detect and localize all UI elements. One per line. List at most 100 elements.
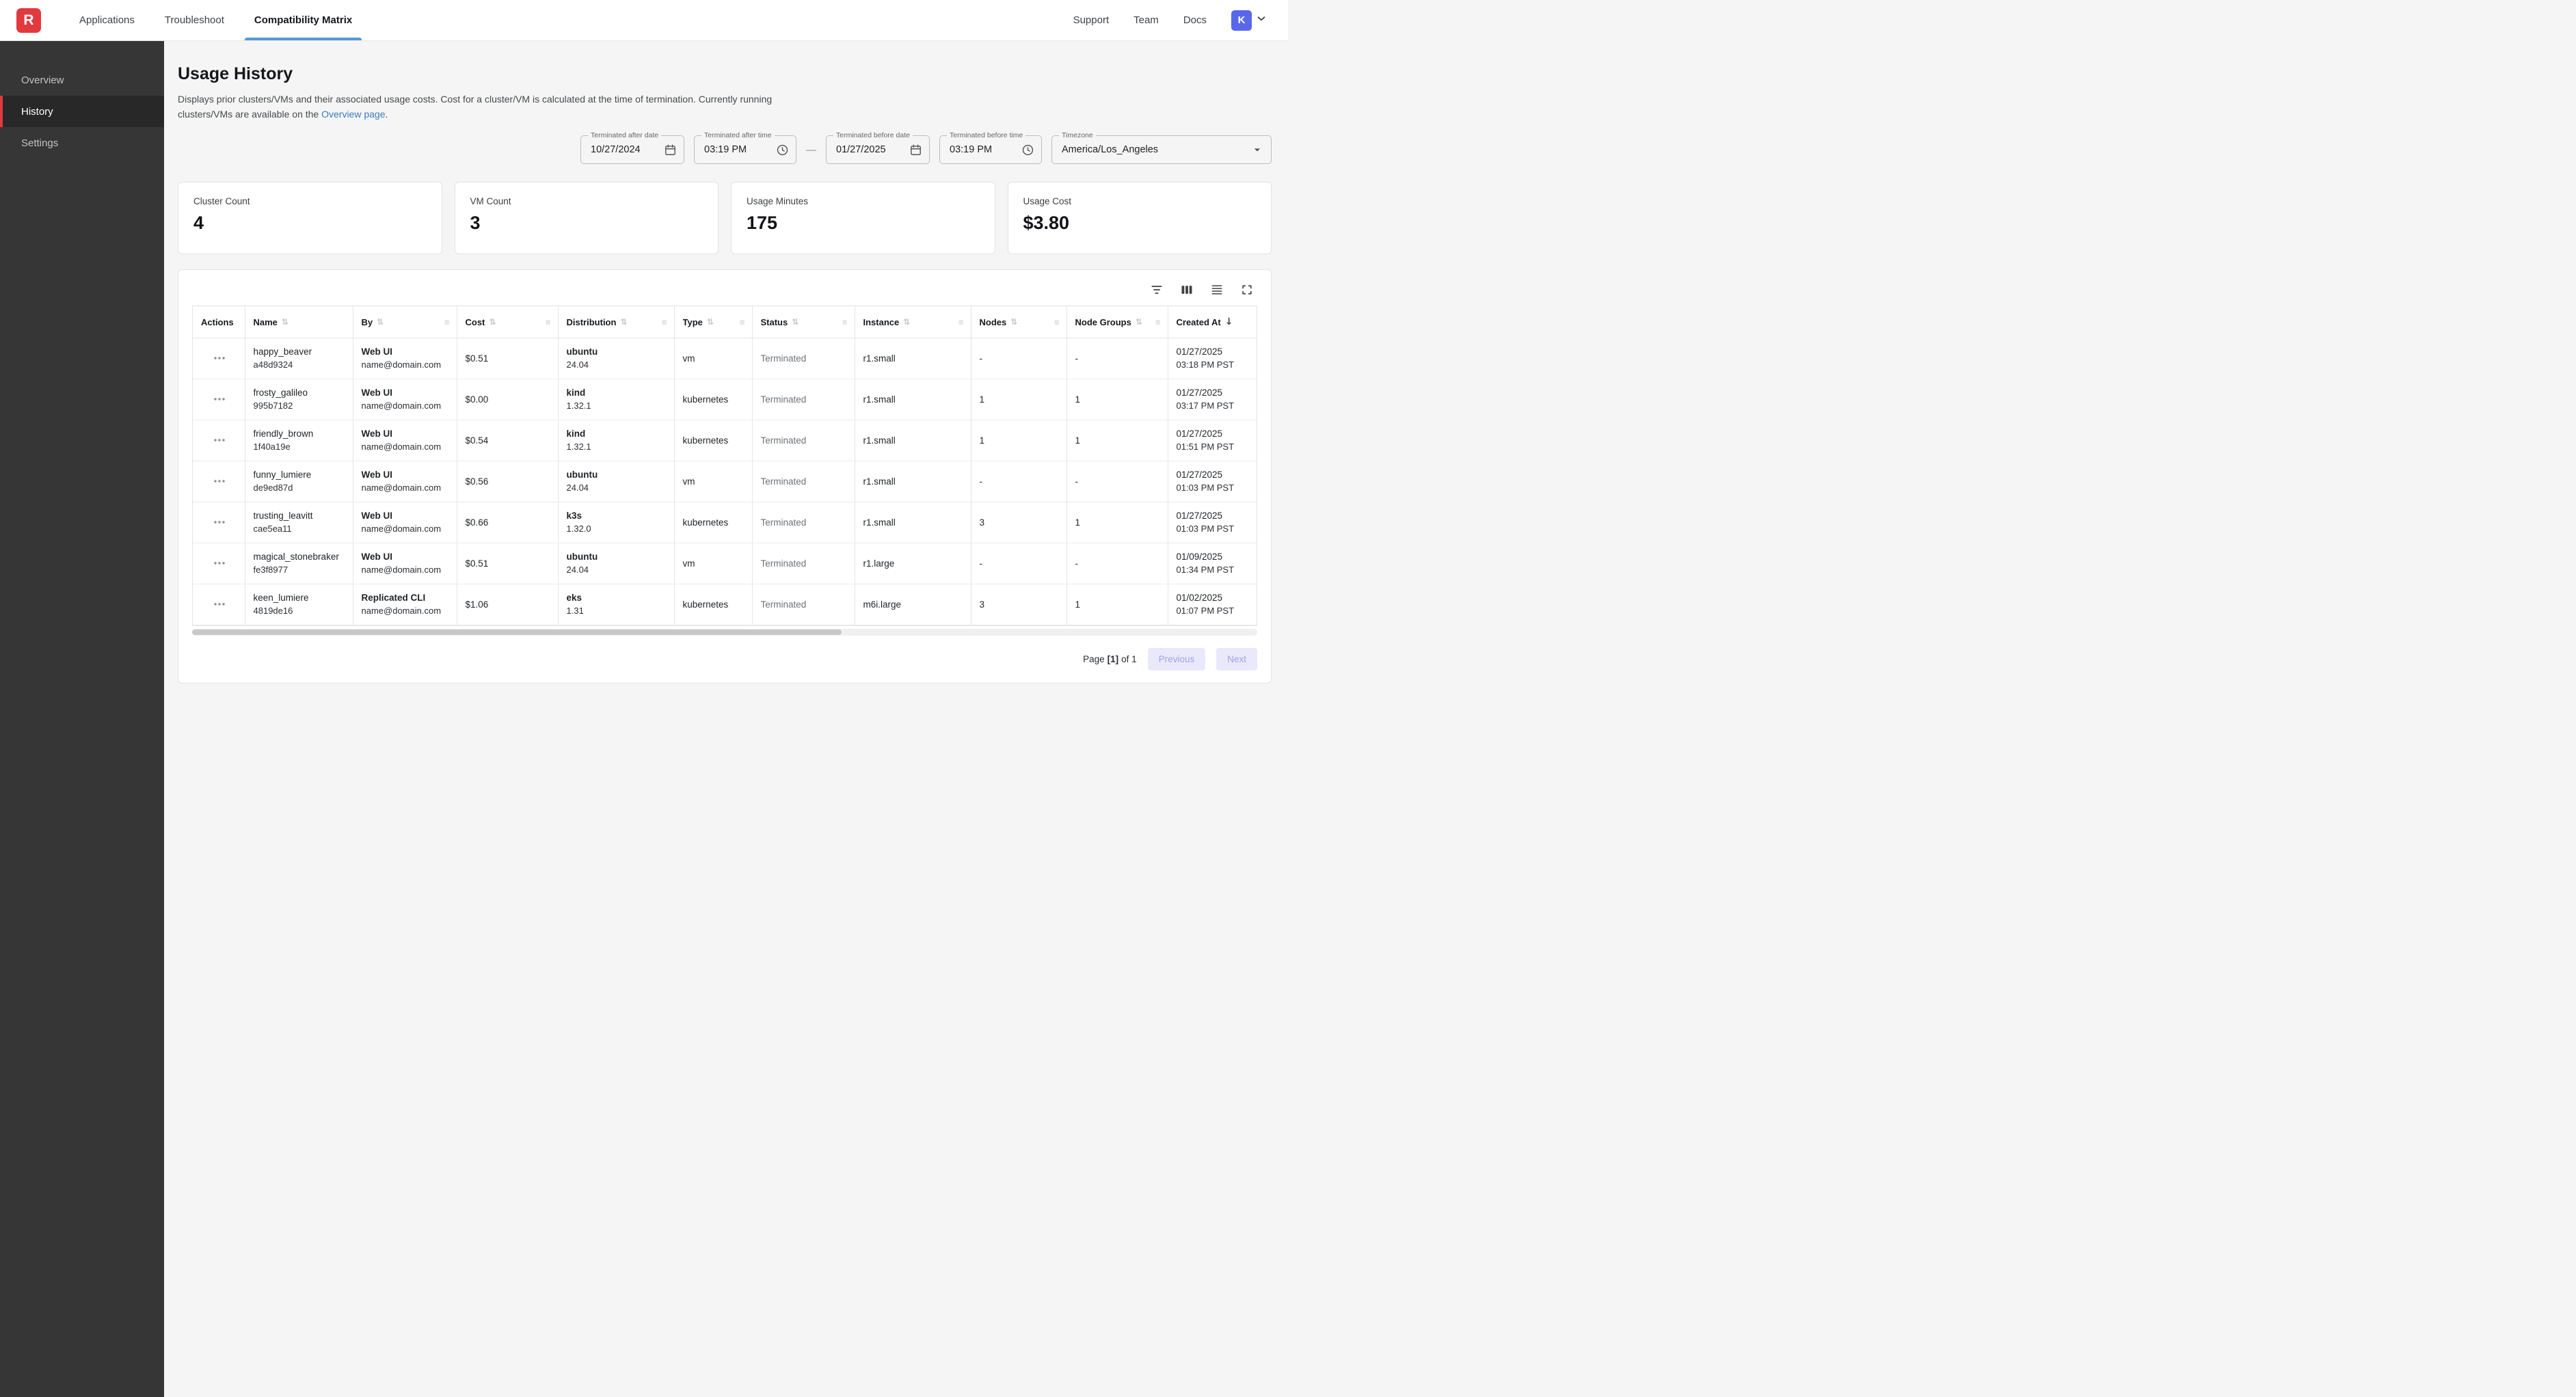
sort-icon[interactable]: ⇅ <box>792 317 799 327</box>
timezone-select[interactable]: Timezone America/Los_Angeles <box>1051 135 1272 164</box>
sort-icon[interactable]: ⇅ <box>282 317 289 327</box>
stat-value: 175 <box>747 213 980 234</box>
column-menu-icon[interactable]: ≡ <box>1155 317 1162 327</box>
column-menu-icon[interactable]: ≡ <box>444 317 451 327</box>
column-menu-icon[interactable]: ≡ <box>740 317 747 327</box>
sort-icon[interactable]: ⇅ <box>903 317 910 327</box>
sort-icon[interactable]: ⇅ <box>489 317 496 327</box>
nav-link-support[interactable]: Support <box>1073 14 1110 26</box>
type-cell: vm <box>674 338 752 379</box>
stat-value: 3 <box>470 213 703 234</box>
creator-email-link[interactable]: name@domain.com <box>362 606 450 616</box>
table-row[interactable]: funny_lumiere de9ed87d Web UI name@domai… <box>193 461 1257 502</box>
nav-item-compatibility-matrix[interactable]: Compatibility Matrix <box>239 0 367 40</box>
stat-cards: Cluster Count 4 VM Count 3 Usage Minutes… <box>178 182 1272 254</box>
terminated-after-date-value[interactable]: 10/27/2024 <box>591 144 641 155</box>
row-actions-button[interactable] <box>209 475 230 487</box>
sort-icon[interactable]: ⇅ <box>1136 317 1142 327</box>
timezone-value[interactable]: America/Los_Angeles <box>1062 144 1158 155</box>
cluster-name: magical_stonebraker <box>254 552 346 562</box>
nodes-cell: 1 <box>971 379 1066 420</box>
sort-icon[interactable]: ⇅ <box>620 317 627 327</box>
page-description: Displays prior clusters/VMs and their as… <box>178 92 824 122</box>
sort-icon[interactable]: ⇅ <box>1010 317 1017 327</box>
column-header-by[interactable]: By⇅≡ <box>353 306 457 338</box>
replicated-logo[interactable]: R <box>16 8 41 33</box>
account-menu[interactable]: K <box>1231 10 1267 31</box>
creator-email-link[interactable]: name@domain.com <box>362 483 450 493</box>
table-row[interactable]: keen_lumiere 4819de16 Replicated CLI nam… <box>193 584 1257 625</box>
creator-email-link[interactable]: name@domain.com <box>362 565 450 575</box>
nav-link-team[interactable]: Team <box>1133 14 1159 26</box>
table-row[interactable]: frosty_galileo 995b7182 Web UI name@doma… <box>193 379 1257 420</box>
creator-email-link[interactable]: name@domain.com <box>362 401 450 411</box>
distribution-name: ubuntu <box>567 347 667 357</box>
status-cell: Terminated <box>752 420 855 461</box>
row-actions-button[interactable] <box>209 516 230 528</box>
terminated-after-time-value[interactable]: 03:19 PM <box>704 144 747 155</box>
density-icon[interactable] <box>1209 282 1224 297</box>
column-menu-icon[interactable]: ≡ <box>958 317 965 327</box>
terminated-before-date-value[interactable]: 01/27/2025 <box>836 144 886 155</box>
creator-email-link[interactable]: name@domain.com <box>362 442 450 452</box>
columns-icon[interactable] <box>1179 282 1194 297</box>
nav-item-troubleshoot[interactable]: Troubleshoot <box>150 0 239 40</box>
instance-cell: r1.small <box>855 338 971 379</box>
nav-item-applications[interactable]: Applications <box>64 0 150 40</box>
sidebar-item-settings[interactable]: Settings <box>0 127 164 159</box>
column-header-status[interactable]: Status⇅≡ <box>752 306 855 338</box>
calendar-icon[interactable] <box>657 144 677 157</box>
column-header-instance[interactable]: Instance⇅≡ <box>855 306 971 338</box>
horizontal-scrollbar[interactable] <box>192 629 1257 636</box>
sort-desc-icon[interactable]: ↓ <box>1225 316 1233 327</box>
column-header-created-at[interactable]: Created At↓ <box>1168 306 1257 338</box>
table-row[interactable]: happy_beaver a48d9324 Web UI name@domain… <box>193 338 1257 379</box>
table-row[interactable]: trusting_leavitt cae5ea11 Web UI name@do… <box>193 502 1257 543</box>
fullscreen-icon[interactable] <box>1239 282 1255 297</box>
terminated-before-date-field[interactable]: Terminated before date 01/27/2025 <box>826 135 930 164</box>
row-actions-button[interactable] <box>209 393 230 405</box>
next-page-button[interactable]: Next <box>1216 648 1257 670</box>
sidebar-item-overview[interactable]: Overview <box>0 64 164 96</box>
terminated-before-time-value[interactable]: 03:19 PM <box>950 144 992 155</box>
column-header-node-groups[interactable]: Node Groups⇅≡ <box>1066 306 1168 338</box>
sort-icon[interactable]: ⇅ <box>377 317 384 327</box>
row-actions-button[interactable] <box>209 598 230 610</box>
sort-icon[interactable]: ⇅ <box>707 317 714 327</box>
filter-icon[interactable] <box>1149 282 1164 297</box>
clock-icon[interactable] <box>1015 144 1034 157</box>
row-actions-button[interactable] <box>209 557 230 569</box>
row-actions-button[interactable] <box>209 434 230 446</box>
sidebar-item-history[interactable]: History <box>0 96 164 127</box>
terminated-before-time-field[interactable]: Terminated before time 03:19 PM <box>939 135 1042 164</box>
table-row[interactable]: friendly_brown 1f40a19e Web UI name@doma… <box>193 420 1257 461</box>
column-header-type[interactable]: Type⇅≡ <box>674 306 752 338</box>
creator-email-link[interactable]: name@domain.com <box>362 524 450 534</box>
avatar[interactable]: K <box>1231 10 1252 31</box>
row-actions-button[interactable] <box>209 352 230 364</box>
column-menu-icon[interactable]: ≡ <box>662 317 669 327</box>
previous-page-button[interactable]: Previous <box>1148 648 1206 670</box>
column-header-distribution[interactable]: Distribution⇅≡ <box>558 306 674 338</box>
column-header-name[interactable]: Name⇅ <box>245 306 353 338</box>
created-by: Web UI <box>362 388 450 398</box>
cluster-id: a48d9324 <box>254 360 346 370</box>
clock-icon[interactable] <box>769 144 789 157</box>
terminated-after-date-field[interactable]: Terminated after date 10/27/2024 <box>580 135 684 164</box>
overview-page-link[interactable]: Overview page <box>321 109 385 120</box>
distribution-version: 24.04 <box>567 360 667 370</box>
column-menu-icon[interactable]: ≡ <box>546 317 552 327</box>
creator-email-link[interactable]: name@domain.com <box>362 360 450 370</box>
nav-link-docs[interactable]: Docs <box>1183 14 1207 26</box>
caret-down-icon[interactable] <box>1244 143 1264 157</box>
column-header-actions[interactable]: Actions <box>193 306 245 338</box>
chevron-down-icon[interactable] <box>1255 12 1267 28</box>
scrollbar-thumb[interactable] <box>192 629 842 635</box>
terminated-after-time-field[interactable]: Terminated after time 03:19 PM <box>694 135 796 164</box>
calendar-icon[interactable] <box>902 144 922 157</box>
column-menu-icon[interactable]: ≡ <box>842 317 849 327</box>
column-header-cost[interactable]: Cost⇅≡ <box>457 306 558 338</box>
column-menu-icon[interactable]: ≡ <box>1054 317 1061 327</box>
column-header-nodes[interactable]: Nodes⇅≡ <box>971 306 1066 338</box>
table-row[interactable]: magical_stonebraker fe3f8977 Web UI name… <box>193 543 1257 584</box>
